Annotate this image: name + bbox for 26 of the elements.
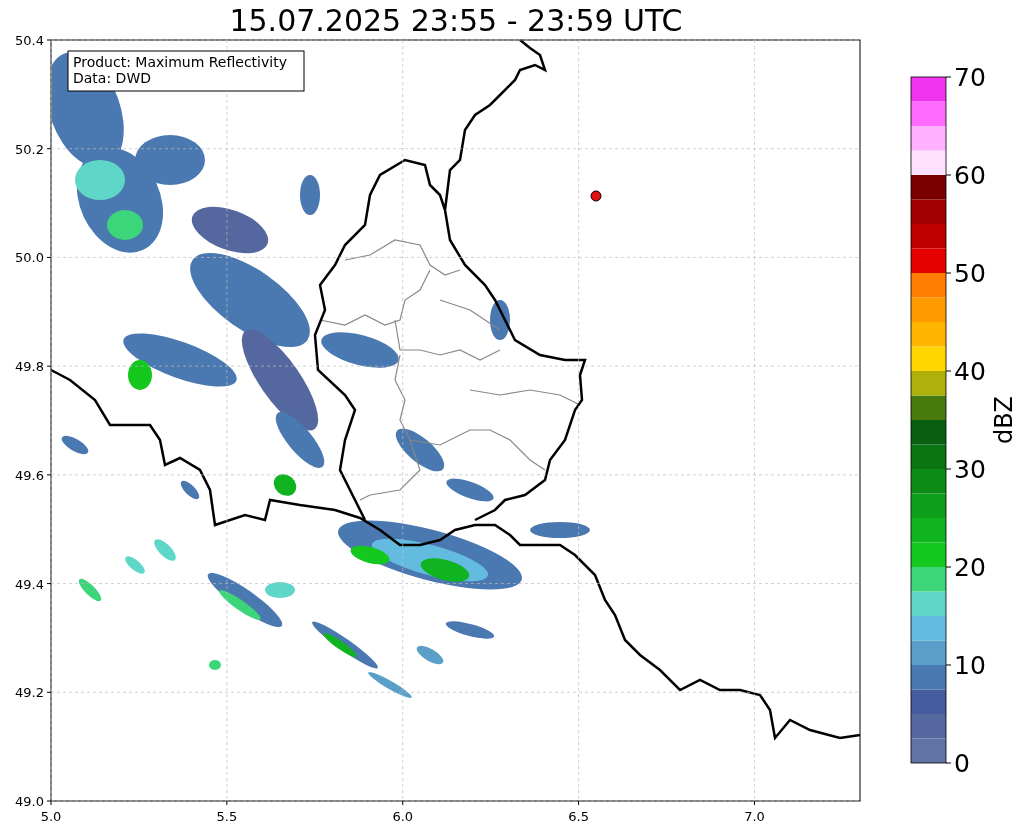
- axis-tick-label: 6.5: [568, 809, 589, 824]
- axis-tick-label: 50.4: [15, 33, 44, 48]
- axis-tick-label: 49.6: [15, 467, 44, 483]
- info-text: Data: DWD: [73, 70, 151, 86]
- axis-tick-label: 5.0: [40, 809, 62, 824]
- colorbar-tick-label: 40: [954, 357, 986, 386]
- axis-tick-label: 6.0: [392, 809, 414, 824]
- colorbar-tick-label: 50: [954, 259, 986, 288]
- colorbar-tick-label: 70: [954, 63, 986, 92]
- axis-tick-label: 7.0: [744, 809, 765, 824]
- colorbar-tick-label: 0: [954, 749, 970, 778]
- colorbar-label: dBZ: [990, 395, 1018, 445]
- chart-title: 15.07.2025 23:55 - 23:59 UTC: [229, 3, 683, 38]
- station-marker: [590, 190, 602, 202]
- axis-tick-label: 49.8: [15, 359, 44, 375]
- axis-tick-label: 50.0: [15, 250, 44, 266]
- axis-tick-label: 49.4: [15, 576, 44, 592]
- axis-tick-label: 49.2: [15, 685, 44, 701]
- colorbar-tick-label: 30: [954, 455, 986, 484]
- colorbar-tick-label: 10: [954, 651, 986, 680]
- info-text: Product: Maximum Reflectivity: [73, 54, 287, 70]
- colorbar-tick-label: 60: [954, 161, 986, 190]
- axis-tick-label: 50.2: [15, 141, 44, 157]
- axis-tick-label: 49.0: [15, 794, 44, 809]
- axis-tick-label: 5.5: [216, 809, 238, 824]
- colorbar-tick-label: 20: [954, 553, 986, 582]
